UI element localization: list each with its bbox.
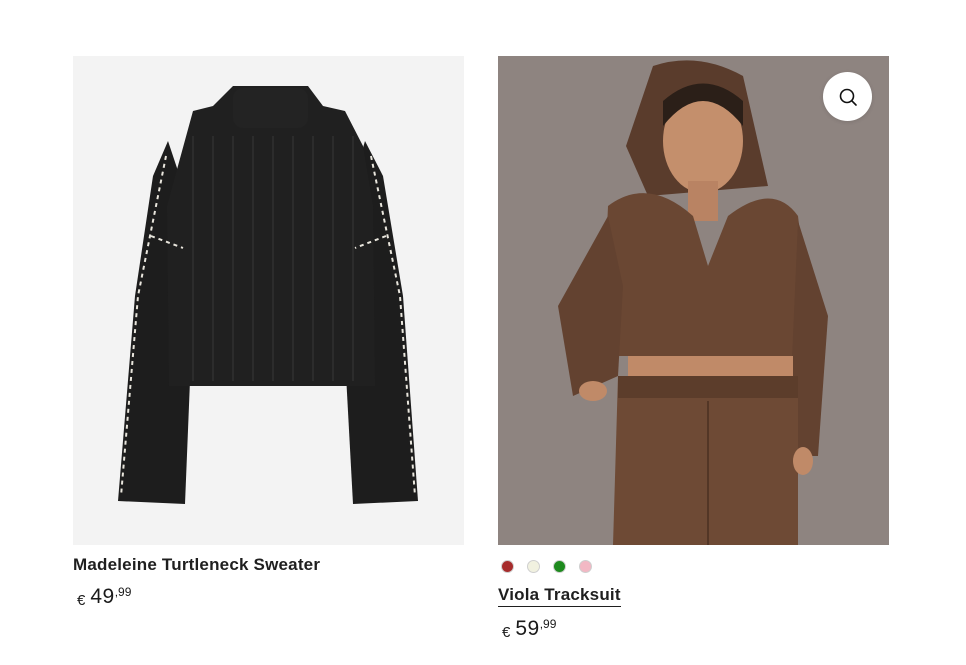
- price-decimal: ,99: [539, 617, 557, 631]
- color-swatch-cream[interactable]: [527, 560, 540, 573]
- color-swatches: [501, 560, 889, 573]
- product-image[interactable]: [73, 56, 464, 545]
- price-decimal: ,99: [114, 585, 132, 599]
- color-swatch-pink[interactable]: [579, 560, 592, 573]
- product-image[interactable]: [498, 56, 889, 545]
- quick-view-button[interactable]: [823, 72, 872, 121]
- price-currency: €: [502, 624, 511, 641]
- color-swatch-green[interactable]: [553, 560, 566, 573]
- price-integer: 49: [90, 585, 115, 608]
- product-price: € 59 ,99: [498, 617, 889, 641]
- product-card[interactable]: Madeleine Turtleneck Sweater € 49 ,99: [73, 56, 464, 609]
- price-currency: €: [77, 592, 86, 609]
- product-card[interactable]: Viola Tracksuit € 59 ,99: [498, 56, 889, 641]
- search-icon: [839, 88, 857, 106]
- product-price: € 49 ,99: [73, 585, 464, 609]
- product-title[interactable]: Madeleine Turtleneck Sweater: [73, 555, 320, 575]
- product-title[interactable]: Viola Tracksuit: [498, 585, 621, 607]
- price-integer: 59: [515, 617, 540, 640]
- color-swatch-red[interactable]: [501, 560, 514, 573]
